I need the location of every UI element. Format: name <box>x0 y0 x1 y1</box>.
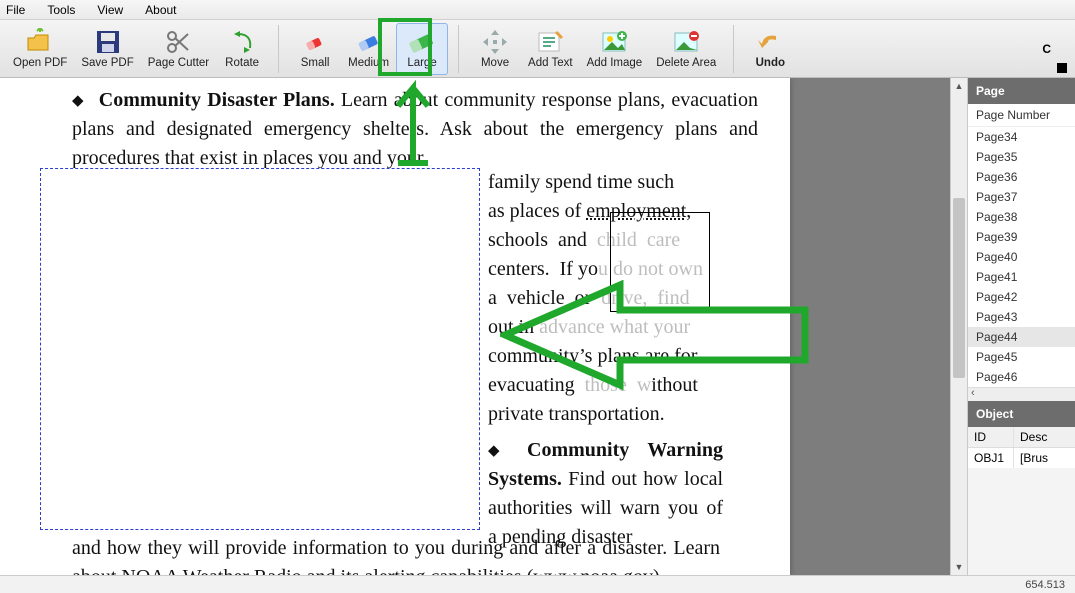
toolbar-label: Page Cutter <box>148 57 209 69</box>
scroll-down-icon[interactable]: ▼ <box>951 559 967 575</box>
rotate-button[interactable]: Rotate <box>216 23 268 75</box>
doc-line: family spend time such <box>488 168 723 197</box>
open-pdf-button[interactable]: Open PDF <box>6 23 74 75</box>
toolbar-label: Medium <box>348 57 389 69</box>
page-list-row[interactable]: Page36 <box>968 167 1075 187</box>
toolbar-label: Undo <box>756 57 785 69</box>
menu-view[interactable]: View <box>97 3 123 17</box>
eraser-medium-button[interactable]: Medium <box>341 23 396 75</box>
eraser-icon <box>301 28 329 56</box>
toolbar-label: Delete Area <box>656 57 716 69</box>
page-list-row[interactable]: Page43 <box>968 307 1075 327</box>
page-list-row[interactable]: Page35 <box>968 147 1075 167</box>
doc-line: out in advance what your <box>488 313 723 342</box>
toolbar: Open PDF Save PDF Page Cutter Rotate Sma… <box>0 20 1075 78</box>
eraser-large-button[interactable]: Large <box>396 23 448 75</box>
document-scrollbar[interactable]: ▲ ▼ <box>950 78 967 575</box>
erased-area[interactable] <box>40 168 480 530</box>
page-list-row[interactable]: Page45 <box>968 347 1075 367</box>
object-table: ID Desc OBJ1 [Brus <box>968 427 1075 468</box>
sidebar-object-header: Object <box>968 401 1075 427</box>
page-list-row[interactable]: Page34 <box>968 127 1075 147</box>
save-pdf-button[interactable]: Save PDF <box>74 23 140 75</box>
add-text-button[interactable]: Add Text <box>521 23 580 75</box>
page-list-row[interactable]: Page46 <box>968 367 1075 387</box>
object-row[interactable]: OBJ1 [Brus <box>968 448 1075 468</box>
eraser-small-button[interactable]: Small <box>289 23 341 75</box>
move-button[interactable]: Move <box>469 23 521 75</box>
statusbar: 654.513 <box>0 575 1075 593</box>
toolbar-label: Add Text <box>528 57 573 69</box>
menu-tools[interactable]: Tools <box>47 3 75 17</box>
move-icon <box>481 28 509 56</box>
object-row-desc: [Brus <box>1014 448 1075 468</box>
page-list-row[interactable]: Page40 <box>968 247 1075 267</box>
scissors-icon <box>164 28 192 56</box>
para2-body-b: and how they will provide information to… <box>72 537 720 575</box>
floppy-icon <box>94 28 122 56</box>
toolbar-label: Add Image <box>587 57 643 69</box>
add-image-button[interactable]: Add Image <box>580 23 650 75</box>
toolbar-label: Small <box>301 57 330 69</box>
toolbar-separator <box>278 25 279 73</box>
folder-open-icon <box>26 28 54 56</box>
eraser-icon <box>408 28 436 56</box>
menu-about[interactable]: About <box>145 3 176 17</box>
toolbar-label: Open PDF <box>13 57 67 69</box>
doc-line: evacuating those without <box>488 371 723 400</box>
para1-title: Community Disaster Plans. <box>99 89 335 111</box>
object-col-id: ID <box>968 427 1014 447</box>
main-area: Community Disaster Plans. Learn about co… <box>0 78 1075 575</box>
undo-button[interactable]: Undo <box>744 23 796 75</box>
eraser-cursor <box>610 212 710 312</box>
menubar: File Tools View About <box>0 0 1075 20</box>
delete-icon <box>672 28 700 56</box>
toolbar-separator <box>733 25 734 73</box>
page-list-row[interactable]: Page42 <box>968 287 1075 307</box>
page-list-row[interactable]: Page37 <box>968 187 1075 207</box>
document-page: Community Disaster Plans. Learn about co… <box>0 78 790 575</box>
page-list: Page Number Page34Page35Page36Page37Page… <box>968 104 1075 401</box>
menu-file[interactable]: File <box>6 3 25 17</box>
toolbar-right-fragment: C <box>1042 42 1051 56</box>
undo-icon <box>756 28 784 56</box>
toolbar-right-square <box>1057 63 1067 73</box>
page-list-column-header: Page Number <box>968 104 1075 127</box>
text-icon <box>536 28 564 56</box>
page-list-row[interactable]: Page41 <box>968 267 1075 287</box>
toolbar-label: Rotate <box>225 57 259 69</box>
page-list-hscroll[interactable] <box>968 387 1075 401</box>
scroll-up-icon[interactable]: ▲ <box>951 78 967 94</box>
page-list-row[interactable]: Page38 <box>968 207 1075 227</box>
document-viewport[interactable]: Community Disaster Plans. Learn about co… <box>0 78 950 575</box>
object-col-desc: Desc <box>1014 427 1075 447</box>
doc-line: private transportation. <box>488 400 723 429</box>
rotate-icon <box>228 28 256 56</box>
status-coords: 654.513 <box>1025 579 1065 591</box>
page-list-row[interactable]: Page44 <box>968 327 1075 347</box>
image-icon <box>600 28 628 56</box>
toolbar-separator <box>458 25 459 73</box>
toolbar-label: Save PDF <box>81 57 133 69</box>
eraser-icon <box>355 28 383 56</box>
sidebar-page-header: Page <box>968 78 1075 104</box>
object-row-id: OBJ1 <box>968 448 1014 468</box>
page-list-row[interactable]: Page39 <box>968 227 1075 247</box>
doc-line: community’s plans are for <box>488 342 723 371</box>
page-cutter-button[interactable]: Page Cutter <box>141 23 216 75</box>
toolbar-label: Move <box>481 57 509 69</box>
toolbar-label: Large <box>407 57 436 69</box>
delete-area-button[interactable]: Delete Area <box>649 23 723 75</box>
scroll-thumb[interactable] <box>953 198 965 378</box>
sidebar: Page Page Number Page34Page35Page36Page3… <box>967 78 1075 575</box>
